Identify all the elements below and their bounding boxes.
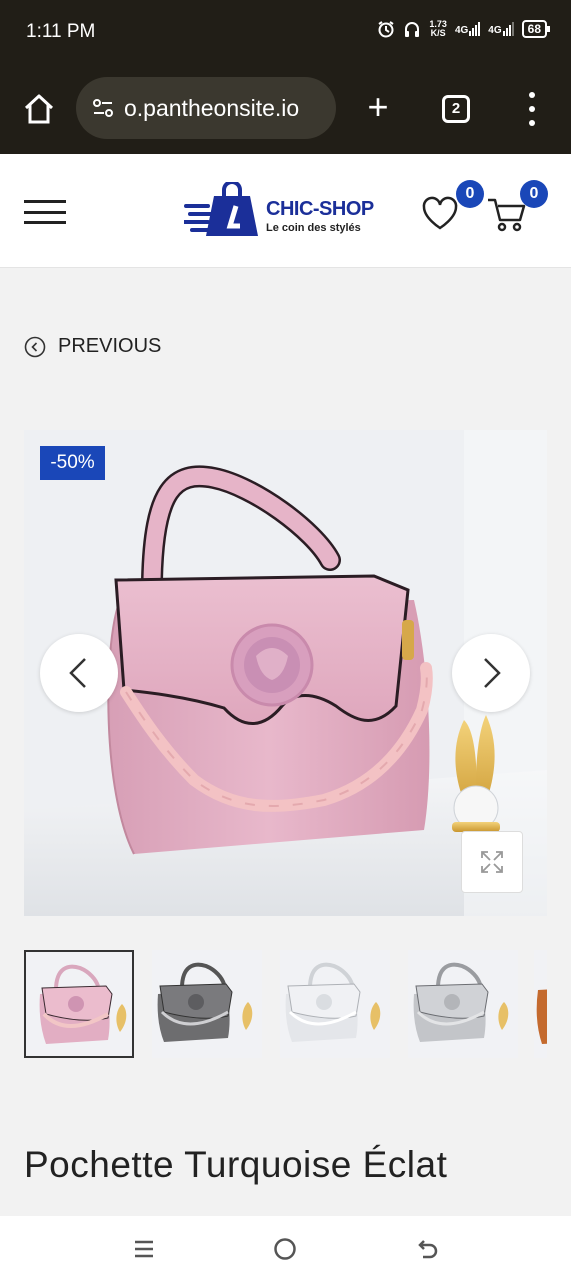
signal-bars-icon (469, 22, 481, 36)
status-bar: 1:11 PM 1.73 K/S 4G 4G 68 (0, 0, 571, 62)
thumbnail-brown[interactable] (534, 950, 547, 1058)
image-prev-button[interactable] (40, 634, 118, 712)
heart-icon (422, 196, 458, 230)
chevron-left-icon (69, 658, 86, 688)
expand-icon (481, 851, 503, 873)
thumbnail-silver[interactable] (408, 950, 518, 1058)
chevron-left-circle-icon (24, 336, 46, 357)
browser-toolbar: o.pantheonsite.io + 2 (0, 62, 571, 154)
status-time: 1:11 PM (26, 21, 96, 42)
thumbnail-image (152, 950, 262, 1058)
tab-switcher-button[interactable]: 2 (442, 95, 470, 123)
network-speed: 1.73 K/S (429, 20, 447, 38)
new-tab-button[interactable]: + (360, 89, 396, 125)
image-next-button[interactable] (452, 634, 530, 712)
thumbnail-grey[interactable] (152, 950, 262, 1058)
thumbnail-image (26, 952, 132, 1056)
cart-icon (488, 198, 526, 232)
hamburger-menu-icon[interactable] (24, 200, 66, 224)
url-bar[interactable]: o.pantheonsite.io (76, 77, 336, 139)
site-header: CHIC-SHOP Le coin des stylés 0 0 (0, 154, 571, 268)
signal-bars-icon (502, 22, 514, 36)
url-text: o.pantheonsite.io (124, 94, 300, 121)
signal-1: 4G (454, 22, 481, 36)
network-type-2: 4G (488, 25, 502, 36)
alarm-icon (378, 21, 394, 38)
product-title: Pochette Turquoise Éclat (24, 1144, 448, 1185)
site-settings-icon[interactable] (88, 93, 118, 123)
network-type-1: 4G (454, 25, 469, 36)
battery-icon: 68 (521, 20, 551, 38)
wishlist-count-badge: 0 (456, 180, 484, 208)
recent-apps-icon[interactable] (131, 1236, 157, 1262)
cart-count-badge: 0 (520, 180, 548, 208)
thumbnail-image (280, 950, 390, 1058)
thumbnail-strip (24, 950, 547, 1058)
site-logo[interactable]: CHIC-SHOP Le coin des stylés (184, 182, 384, 242)
signal-2: 4G (488, 22, 514, 36)
system-nav-bar (0, 1216, 571, 1280)
logo-subtitle: Le coin des stylés (266, 222, 361, 234)
thumbnail-image (408, 950, 518, 1058)
thumbnail-image (534, 950, 547, 1058)
speed-unit: K/S (430, 28, 446, 38)
cart-button[interactable]: 0 (486, 180, 548, 232)
discount-badge: -50% (40, 446, 105, 480)
home-circle-icon[interactable] (272, 1236, 298, 1262)
thumbnail-pink[interactable] (24, 950, 134, 1058)
thumbnail-white[interactable] (280, 950, 390, 1058)
previous-link[interactable]: PREVIOUS (24, 335, 161, 358)
fullscreen-button[interactable] (461, 831, 523, 893)
back-icon[interactable] (415, 1236, 441, 1262)
chevron-right-icon (484, 658, 501, 688)
home-icon[interactable] (22, 92, 56, 126)
shopping-bag-logo-icon (184, 182, 258, 236)
more-options-icon[interactable] (524, 92, 540, 126)
wishlist-button[interactable]: 0 (420, 180, 484, 232)
status-icons: 1.73 K/S 4G 4G 68 (377, 20, 551, 38)
previous-label: PREVIOUS (58, 335, 162, 357)
headphones-icon (405, 22, 420, 37)
logo-title: CHIC-SHOP (266, 198, 374, 220)
